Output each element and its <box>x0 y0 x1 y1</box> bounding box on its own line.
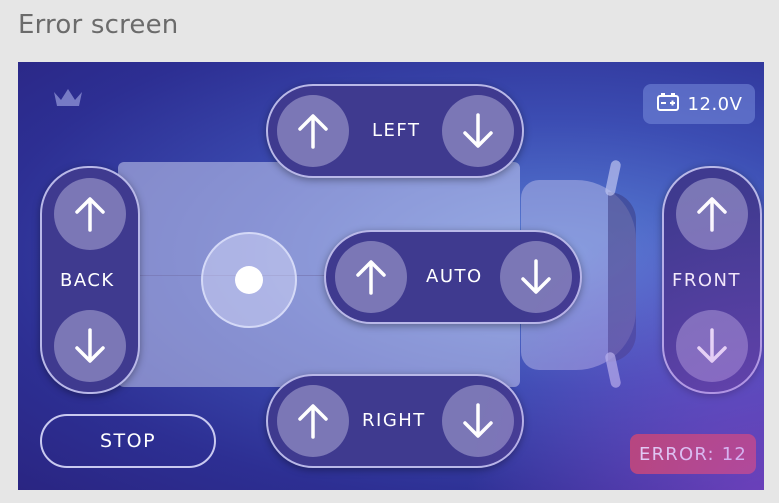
page-title: Error screen <box>18 10 179 40</box>
arrow-up-icon <box>75 197 105 232</box>
auto-up-button[interactable] <box>335 241 407 313</box>
crown-icon <box>52 86 84 114</box>
right-up-button[interactable] <box>277 385 349 457</box>
front-control-group: FRONT <box>662 166 762 394</box>
control-panel: 12.0V LEFT BACK AUTO FRONT RIGHT STOP ER… <box>18 62 764 490</box>
arrow-up-icon <box>356 260 386 295</box>
right-label: RIGHT <box>362 410 426 431</box>
left-label: LEFT <box>372 120 421 141</box>
back-label: BACK <box>60 270 115 291</box>
back-up-button[interactable] <box>54 178 126 250</box>
front-label: FRONT <box>672 270 741 291</box>
back-control-group: BACK <box>40 166 140 394</box>
battery-icon <box>656 92 680 116</box>
front-up-button[interactable] <box>676 178 748 250</box>
right-down-button[interactable] <box>442 385 514 457</box>
stop-button[interactable]: STOP <box>40 414 216 468</box>
arrow-up-icon <box>298 404 328 439</box>
voltage-badge: 12.0V <box>643 84 755 124</box>
joystick-knob[interactable] <box>235 266 263 294</box>
arrow-down-icon <box>521 259 551 294</box>
arrow-down-icon <box>697 328 727 363</box>
voltage-value: 12.0V <box>687 93 743 115</box>
auto-control-group: AUTO <box>324 230 582 324</box>
error-badge: ERROR: 12 <box>630 434 756 474</box>
arrow-up-icon <box>697 197 727 232</box>
auto-label: AUTO <box>426 266 483 287</box>
arrow-down-icon <box>463 113 493 148</box>
arrow-down-icon <box>463 403 493 438</box>
front-down-button[interactable] <box>676 310 748 382</box>
truck-mirror-left <box>604 159 622 197</box>
arrow-down-icon <box>75 328 105 363</box>
left-control-group: LEFT <box>266 84 524 178</box>
arrow-up-icon <box>298 114 328 149</box>
auto-down-button[interactable] <box>500 241 572 313</box>
position-joystick[interactable] <box>201 232 297 328</box>
truck-windshield <box>608 192 636 362</box>
right-control-group: RIGHT <box>266 374 524 468</box>
left-up-button[interactable] <box>277 95 349 167</box>
back-down-button[interactable] <box>54 310 126 382</box>
left-down-button[interactable] <box>442 95 514 167</box>
